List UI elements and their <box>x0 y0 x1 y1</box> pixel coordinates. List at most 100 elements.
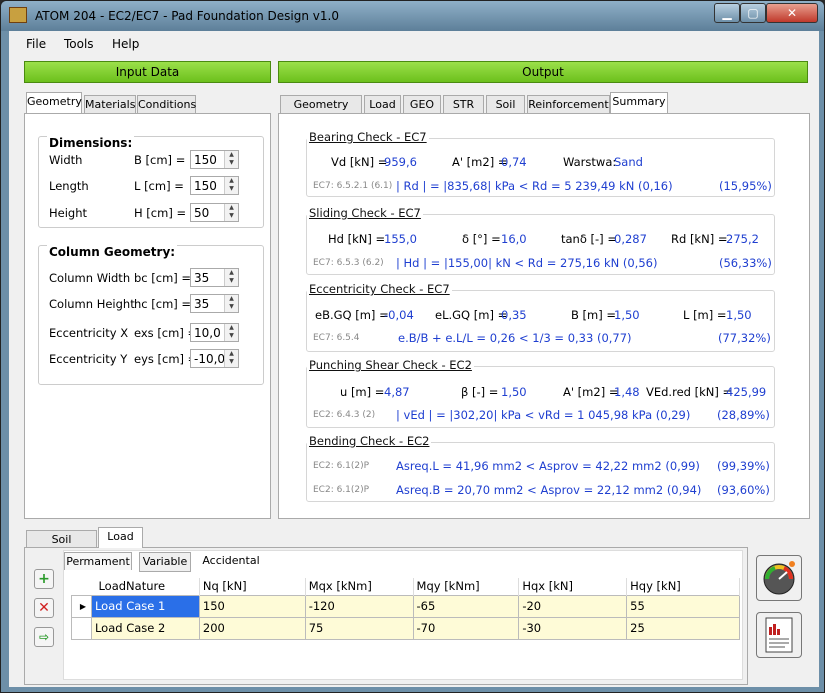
length-value: 150 <box>194 179 217 193</box>
report-button[interactable] <box>756 612 802 658</box>
warstwa-value: Sand <box>614 155 643 169</box>
menu-file[interactable]: File <box>26 37 46 51</box>
cell-hqx[interactable]: -20 <box>518 594 628 618</box>
tab-variable[interactable]: Variable <box>139 552 191 572</box>
delete-row-button[interactable]: ✕ <box>34 598 54 618</box>
column-height-label: Column Height <box>49 297 135 311</box>
cell-mqx[interactable]: -120 <box>304 594 414 618</box>
tab-geometry[interactable]: Geometry <box>26 92 82 113</box>
tab-materials[interactable]: Materials <box>84 95 136 113</box>
tab-soil[interactable]: Soil <box>486 95 525 113</box>
cell-load-nature[interactable]: Load Case 2 <box>90 616 200 640</box>
b-label: B [m] = <box>571 308 617 322</box>
tab-accidental[interactable]: Accidental <box>197 552 265 570</box>
delta-label: δ [°] = <box>462 232 501 246</box>
tab-conditions[interactable]: Conditions <box>137 95 196 113</box>
row-indicator[interactable] <box>71 616 92 640</box>
delta-value: 16,0 <box>501 232 527 246</box>
eccentricity-y-label: Eccentricity Y <box>49 352 128 366</box>
bearing-check-title: Bearing Check - EC7 <box>307 130 429 144</box>
spinner-arrows-icon[interactable]: ▲ ▼ <box>224 295 238 312</box>
bending-percent-2: (93,60%) <box>717 483 770 497</box>
spinner-arrows-icon[interactable]: ▲ ▼ <box>224 269 238 286</box>
column-height-spinner[interactable]: 35 ▲ ▼ <box>190 294 239 313</box>
tab-reinforcement[interactable]: Reinforcement <box>527 95 610 113</box>
l-label: L [m] = <box>683 308 727 322</box>
punching-check-section: Punching Shear Check - EC2 u [m] = 4,87 … <box>306 358 775 428</box>
header-hqx[interactable]: Hqx [kN] <box>518 578 628 595</box>
width-label: Width <box>49 153 83 167</box>
warstwa-label: Warstwa: <box>563 155 617 169</box>
table-row[interactable]: ▶ Load Case 1 150 -120 -65 -20 55 <box>71 594 740 618</box>
add-row-button[interactable]: + <box>34 569 54 589</box>
cell-mqy[interactable]: -70 <box>412 616 520 640</box>
input-data-bar: Input Data <box>24 61 271 83</box>
spinner-arrows-icon[interactable]: ▲ ▼ <box>224 350 238 367</box>
column-width-spinner[interactable]: 35 ▲ ▼ <box>190 268 239 287</box>
tab-geo[interactable]: GEO <box>403 95 441 113</box>
spinner-arrows-icon[interactable]: ▲ ▼ <box>224 177 238 194</box>
eccentricity-x-spinner[interactable]: 10,0 ▲ ▼ <box>190 323 239 342</box>
calculate-button[interactable] <box>756 555 802 601</box>
column-width-label: Column Width <box>49 271 131 285</box>
bending-check-section: Bending Check - EC2 EC2: 6.1(2)P Asreq.L… <box>306 434 775 502</box>
row-indicator-header <box>71 578 92 595</box>
close-button[interactable]: ✕ <box>766 3 818 23</box>
eccentricity-y-spinner[interactable]: -10,0 ▲ ▼ <box>190 349 239 368</box>
cell-hqy[interactable]: 55 <box>626 594 740 618</box>
tab-geometry-view[interactable]: Geometry View <box>280 95 362 128</box>
title-bar: ATOM 204 - EC2/EC7 - Pad Foundation Desi… <box>1 1 824 31</box>
cell-mqy[interactable]: -65 <box>412 594 520 618</box>
ved-value: 425,99 <box>726 385 767 399</box>
width-spinner[interactable]: 150 ▲ ▼ <box>190 150 239 169</box>
spinner-arrows-icon[interactable]: ▲ ▼ <box>224 324 238 341</box>
bearing-result: | Rd | = |835,68| kPa < Rd = 5 239,49 kN… <box>396 179 673 193</box>
eccentricity-x-symbol: exs [cm] = <box>134 326 198 340</box>
cell-nq[interactable]: 150 <box>198 594 306 618</box>
column-width-symbol: bc [cm] = <box>134 271 192 285</box>
maximize-button[interactable]: ▢ <box>740 3 766 23</box>
cell-load-nature[interactable]: Load Case 1 <box>90 594 200 618</box>
cell-mqx[interactable]: 75 <box>304 616 414 640</box>
tab-summary[interactable]: Summary <box>610 92 668 113</box>
column-geometry-group: Column Geometry: Column Width bc [cm] = … <box>38 245 264 385</box>
height-symbol: H [cm] = <box>134 206 187 220</box>
tab-soil-structure[interactable]: Soil Structure <box>26 530 97 563</box>
height-value: 50 <box>194 206 210 220</box>
eccentricity-percent: (77,32%) <box>718 331 771 345</box>
tab-load[interactable]: Load <box>364 95 401 113</box>
spinner-arrows-icon[interactable]: ▲ ▼ <box>224 204 238 221</box>
header-mqy[interactable]: Mqy [kNm] <box>413 578 520 595</box>
header-nq[interactable]: Nq [kN] <box>199 578 306 595</box>
a-value: 0,74 <box>501 155 527 169</box>
height-spinner[interactable]: 50 ▲ ▼ <box>190 203 239 222</box>
cell-nq[interactable]: 200 <box>198 616 306 640</box>
export-button[interactable]: ⇨ <box>34 627 54 647</box>
bending-result-1: Asreq.L = 41,96 mm2 < Asprov = 42,22 mm2… <box>396 459 700 473</box>
cell-hqy[interactable]: 25 <box>626 616 740 640</box>
length-spinner[interactable]: 150 ▲ ▼ <box>190 176 239 195</box>
minimize-button[interactable]: ▁ <box>714 3 740 23</box>
sliding-ref: EC7: 6.5.3 (6.2) <box>313 258 384 268</box>
bending-ref-1: EC2: 6.1(2)P <box>313 461 370 471</box>
cell-hqx[interactable]: -30 <box>518 616 628 640</box>
tab-permament[interactable]: Permament <box>64 552 132 570</box>
table-row[interactable]: Load Case 2 200 75 -70 -30 25 <box>71 616 740 640</box>
spinner-arrows-icon[interactable]: ▲ ▼ <box>224 151 238 168</box>
tab-bottom-load[interactable]: Load <box>98 527 143 548</box>
current-row-arrow-icon[interactable]: ▶ <box>71 594 92 618</box>
header-hqy[interactable]: Hqy [kN] <box>626 578 740 595</box>
header-mqx[interactable]: Mqx [kNm] <box>305 578 414 595</box>
ved-label: VEd.red [kN] = <box>646 385 733 399</box>
grid-header: LoadNature Nq [kN] Mqx [kNm] Mqy [kNm] H… <box>71 578 740 595</box>
header-load-nature[interactable]: LoadNature <box>91 578 200 595</box>
tandelta-label: tanδ [-] = <box>561 232 617 246</box>
vd-value: 959,6 <box>384 155 417 169</box>
app-window: ATOM 204 - EC2/EC7 - Pad Foundation Desi… <box>0 0 825 693</box>
beta-value: 1,50 <box>501 385 527 399</box>
eccentricity-y-value: -10,0 <box>194 352 226 366</box>
menu-help[interactable]: Help <box>112 37 139 51</box>
tab-str[interactable]: STR <box>443 95 484 113</box>
menu-tools[interactable]: Tools <box>64 37 94 51</box>
report-icon <box>765 617 793 653</box>
